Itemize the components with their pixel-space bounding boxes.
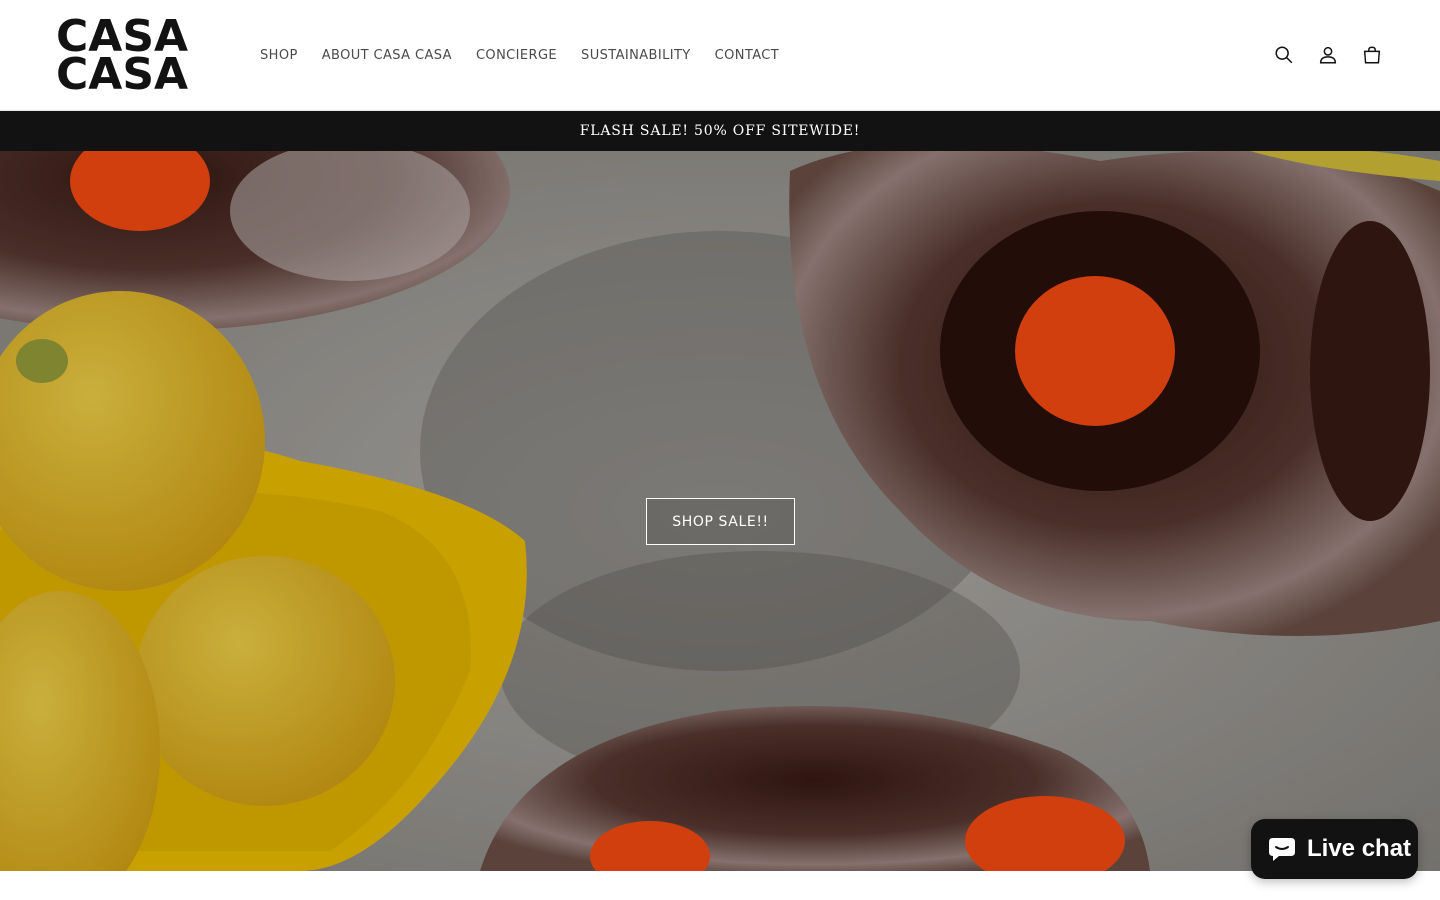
nav-item-about[interactable]: ABOUT CASA CASA [310,48,464,63]
chat-bubble-icon [1269,838,1295,861]
announcement-text: FLASH SALE! 50% OFF SITEWIDE! [579,123,861,139]
account-button[interactable] [1309,36,1347,74]
main-nav: SHOP ABOUT CASA CASA CONCIERGE SUSTAINAB… [248,42,791,68]
nav-item-contact[interactable]: CONTACT [703,48,791,63]
live-chat-button[interactable]: Live chat [1251,819,1418,879]
site-header: CASA CASA SHOP ABOUT CASA CASA CONCIERGE… [0,0,1440,111]
nav-item-shop[interactable]: SHOP [248,48,310,63]
nav-item-sustainability[interactable]: SUSTAINABILITY [569,48,703,63]
hero-banner: SHOP SALE!! [0,151,1440,871]
site-logo[interactable]: CASA CASA [56,15,214,100]
cart-icon [1363,46,1381,64]
shop-sale-button[interactable]: SHOP SALE!! [646,498,795,545]
cart-button[interactable] [1353,36,1391,74]
nav-item-concierge[interactable]: CONCIERGE [464,48,569,63]
account-icon [1319,46,1337,64]
search-icon [1275,46,1293,64]
live-chat-label: Live chat [1307,835,1412,862]
logo-line-2: CASA [56,49,189,100]
announcement-bar: FLASH SALE! 50% OFF SITEWIDE! [0,111,1440,151]
search-button[interactable] [1265,36,1303,74]
